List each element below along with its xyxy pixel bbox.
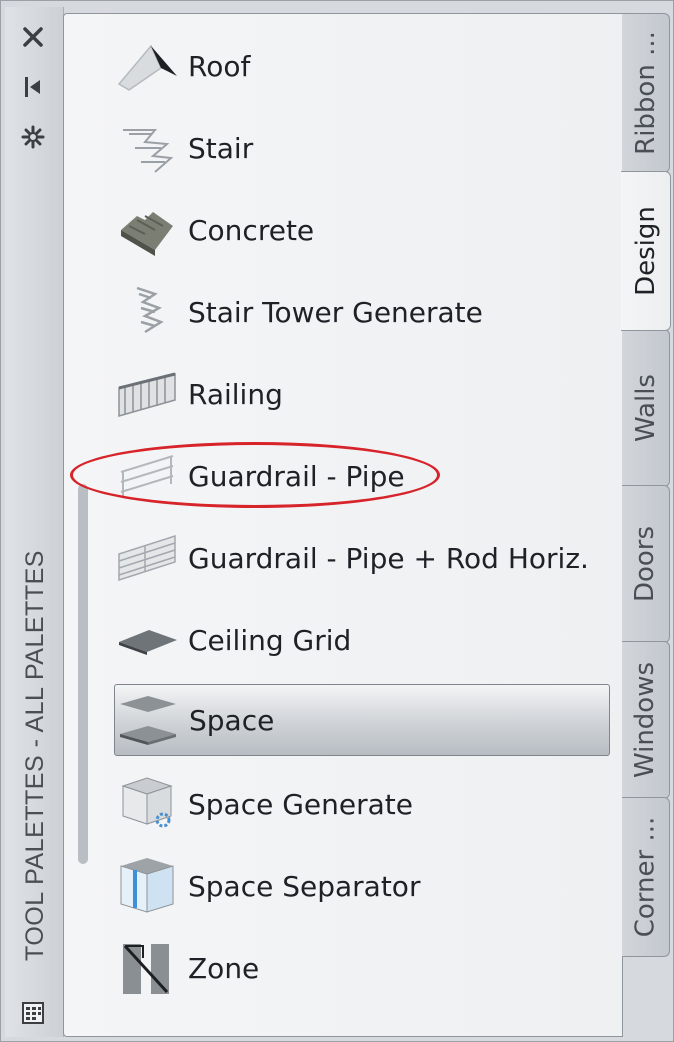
tool-zone[interactable]: Zone [114, 938, 610, 998]
tab-doors[interactable]: Doors [622, 485, 670, 643]
tool-railing[interactable]: Railing [114, 364, 610, 424]
palette-title: TOOL PALETTES - ALL PALETTES [20, 549, 49, 961]
tool-space[interactable]: Space [114, 684, 610, 756]
tool-palettes-window: TOOL PALETTES - ALL PALETTES Roof Stair … [0, 0, 674, 1042]
concrete-stair-icon [114, 200, 180, 260]
ceiling-grid-icon [114, 610, 180, 670]
tool-guardrail-pipe-rod-horiz[interactable]: Guardrail - Pipe + Rod Horiz. [114, 528, 610, 588]
palette-menu-icon[interactable] [17, 997, 49, 1029]
tool-space-separator[interactable]: Space Separator [114, 856, 610, 916]
roof-icon [114, 36, 180, 96]
zone-icon [114, 938, 180, 998]
space-generate-icon [114, 774, 180, 834]
tool-space-generate[interactable]: Space Generate [114, 774, 610, 834]
tab-corner[interactable]: Corner ... [622, 797, 670, 957]
close-icon[interactable] [17, 21, 49, 53]
tool-ceiling-grid[interactable]: Ceiling Grid [114, 610, 610, 670]
palette-title-bar[interactable]: TOOL PALETTES - ALL PALETTES [5, 7, 64, 1037]
scrollbar[interactable] [78, 484, 88, 864]
tool-stair-tower-generate[interactable]: Stair Tower Generate [114, 282, 610, 342]
guardrail-pipe-icon [114, 446, 180, 506]
tab-ribbon[interactable]: Ribbon ... [622, 13, 670, 173]
properties-icon[interactable] [17, 121, 49, 153]
tab-windows[interactable]: Windows [622, 641, 670, 799]
tool-palette-panel: Roof Stair Concrete Stair Tower Generate… [63, 13, 623, 1037]
stair-tower-icon [114, 282, 180, 342]
tab-design[interactable]: Design [621, 171, 671, 331]
tool-concrete[interactable]: Concrete [114, 200, 610, 260]
tab-walls[interactable]: Walls [622, 329, 670, 487]
space-icon [115, 690, 181, 750]
tool-roof[interactable]: Roof [114, 36, 610, 96]
tool-stair[interactable]: Stair [114, 118, 610, 178]
auto-hide-icon[interactable] [17, 71, 49, 103]
stair-icon [114, 118, 180, 178]
palette-tabs: Ribbon ... Design Walls Doors Windows Co… [621, 13, 672, 1037]
tool-guardrail-pipe[interactable]: Guardrail - Pipe [114, 446, 610, 506]
guardrail-rod-icon [114, 528, 180, 588]
space-separator-icon [114, 856, 180, 916]
railing-icon [114, 364, 180, 424]
